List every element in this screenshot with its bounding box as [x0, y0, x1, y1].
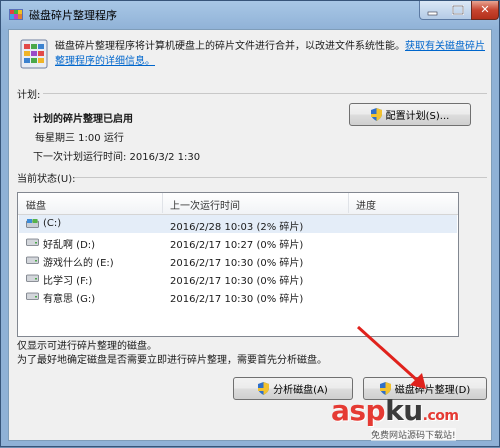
schedule-frequency: 每星期三 1:00 运行: [35, 133, 124, 144]
defrag-header-icon: [20, 39, 48, 69]
minimize-icon: [427, 11, 438, 16]
disk-name: 好乱啊 (D:): [43, 240, 96, 251]
table-row[interactable]: 游戏什么的 (E:) 2016/2/17 10:30 (0% 碎片): [19, 251, 457, 269]
uac-shield-icon: [258, 382, 270, 395]
dialog-content: 磁盘碎片整理程序将计算机硬盘上的碎片文件进行合并，以改进文件系统性能。获取有关磁…: [8, 29, 492, 441]
minimize-button[interactable]: [419, 1, 446, 20]
defrag-app-icon: [9, 9, 23, 20]
schedule-divider: [43, 93, 487, 94]
note-defraggable-only: 仅显示可进行碎片整理的磁盘。: [17, 341, 157, 352]
drive-icon: [26, 292, 39, 300]
uac-shield-icon: [379, 382, 391, 395]
last-run: 2016/2/17 10:30 (0% 碎片): [170, 258, 304, 269]
analyze-disk-label: 分析磁盘(A): [273, 385, 328, 396]
drive-icon: [26, 274, 39, 282]
table-header: 磁盘 上一次运行时间 进度: [18, 193, 458, 215]
description: 磁盘碎片整理程序将计算机硬盘上的碎片文件进行合并，以改进文件系统性能。获取有关磁…: [55, 39, 485, 69]
close-button[interactable]: ✕: [471, 1, 499, 20]
table-row[interactable]: 比学习 (F:) 2016/2/17 10:30 (0% 碎片): [19, 269, 457, 287]
table-row[interactable]: 好乱啊 (D:) 2016/2/17 10:27 (0% 碎片): [19, 233, 457, 251]
table-row[interactable]: (C:) 2016/2/28 10:03 (2% 碎片): [19, 215, 457, 233]
title-bar[interactable]: 磁盘碎片整理程序 ✕: [1, 1, 499, 29]
col-disk-header[interactable]: 磁盘: [26, 197, 46, 212]
maximize-button[interactable]: [445, 1, 472, 20]
last-run: 2016/2/28 10:03 (2% 碎片): [170, 222, 304, 233]
schedule-section-label: 计划:: [17, 90, 41, 101]
schedule-status: 计划的碎片整理已启用: [33, 114, 133, 125]
drive-icon: [26, 238, 39, 246]
table-row[interactable]: 有意思 (G:) 2016/2/17 10:30 (0% 碎片): [19, 287, 457, 305]
last-run: 2016/2/17 10:30 (0% 碎片): [170, 276, 304, 287]
system-drive-icon: [26, 219, 39, 228]
col-progress-header[interactable]: 进度: [356, 197, 376, 212]
analyze-disk-button[interactable]: 分析磁盘(A): [233, 377, 353, 400]
configure-schedule-button[interactable]: 配置计划(S)...: [349, 103, 471, 126]
disk-name: 比学习 (F:): [43, 276, 93, 287]
last-run: 2016/2/17 10:30 (0% 碎片): [170, 294, 304, 305]
defragment-disk-label: 磁盘碎片整理(D): [394, 385, 471, 396]
schedule-next-run: 下一次计划运行时间: 2016/3/2 1:30: [33, 152, 201, 163]
configure-schedule-label: 配置计划(S)...: [385, 111, 450, 122]
defragment-disk-button[interactable]: 磁盘碎片整理(D): [363, 377, 487, 400]
window-title: 磁盘碎片整理程序: [29, 9, 117, 22]
col-last-run-header[interactable]: 上一次运行时间: [170, 197, 240, 212]
uac-shield-icon: [370, 108, 382, 121]
disk-name: 有意思 (G:): [43, 294, 96, 305]
note-analyze-first: 为了最好地确定磁盘是否需要立即进行碎片整理，需要首先分析磁盘。: [17, 355, 327, 366]
window: 磁盘碎片整理程序 ✕ 磁盘碎片整理程序将计算机硬盘上的碎片文件进行合并，以改进文…: [0, 0, 500, 447]
column-divider[interactable]: [162, 193, 163, 213]
status-divider: [75, 177, 487, 178]
maximize-icon: [452, 5, 464, 15]
disk-name: (C:): [43, 218, 62, 229]
current-status-label: 当前状态(U):: [17, 174, 76, 185]
close-icon: ✕: [480, 3, 490, 16]
last-run: 2016/2/17 10:27 (0% 碎片): [170, 240, 304, 251]
description-text: 磁盘碎片整理程序将计算机硬盘上的碎片文件进行合并，以改进文件系统性能。: [55, 41, 405, 52]
disk-table[interactable]: 磁盘 上一次运行时间 进度 (C:) 2016/2/28 10:03 (2% 碎…: [17, 192, 459, 337]
column-divider[interactable]: [348, 193, 349, 213]
drive-icon: [26, 256, 39, 264]
disk-name: 游戏什么的 (E:): [43, 258, 114, 269]
